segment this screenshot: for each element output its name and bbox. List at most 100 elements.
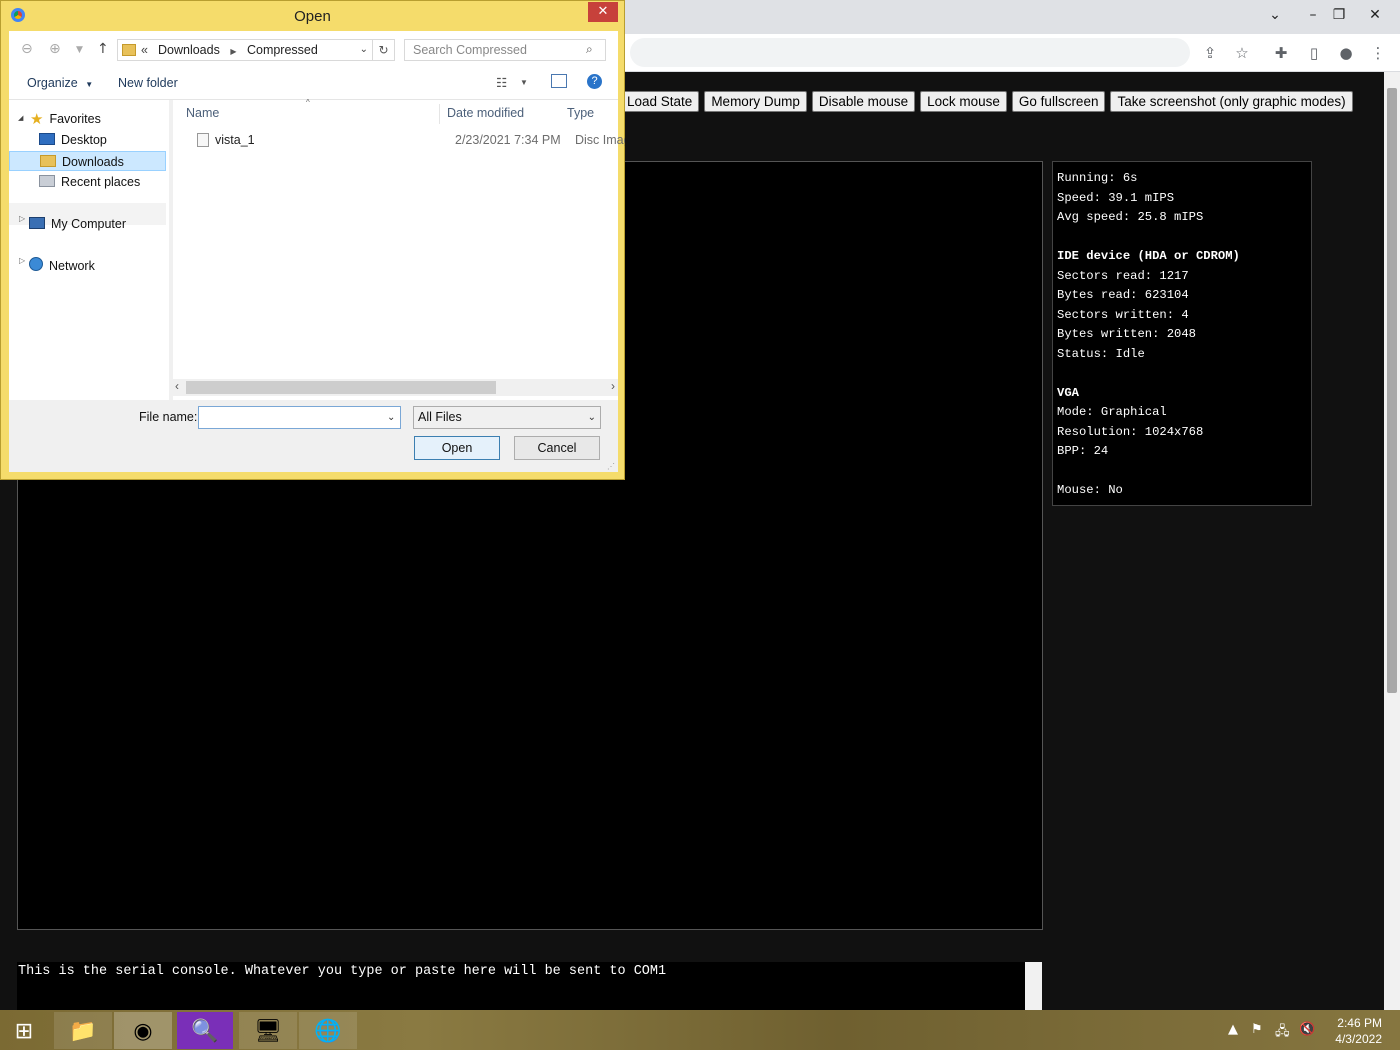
column-header-date[interactable]: Date modified (447, 106, 524, 120)
volume-muted-icon[interactable]: 🔇 (1299, 1022, 1315, 1037)
file-name: vista_1 (215, 133, 255, 147)
lock-mouse-button[interactable]: Lock mouse (920, 91, 1007, 112)
file-explorer-icon[interactable]: 📁 (54, 1012, 112, 1049)
stat-ide-heading: IDE device (HDA or CDROM) (1057, 249, 1240, 263)
up-folder-icon[interactable]: ↑ (97, 41, 109, 57)
breadcrumb-downloads[interactable]: Downloads (158, 43, 220, 57)
nav-item-recent-places[interactable]: Recent places (39, 172, 140, 192)
network-status-icon[interactable]: 🖧 (1275, 1022, 1290, 1044)
address-dropdown-icon[interactable]: ⌄ (360, 40, 368, 60)
page-scrollbar[interactable] (1384, 72, 1400, 1010)
nav-item-desktop[interactable]: Desktop (39, 130, 107, 150)
favorites-expand-icon[interactable]: ◢ (18, 114, 23, 122)
desktop-icon (39, 133, 55, 145)
chrome-icon[interactable]: ◉ (114, 1012, 172, 1049)
page-scrollbar-thumb[interactable] (1387, 88, 1397, 693)
open-button[interactable]: Open (414, 436, 500, 460)
back-icon[interactable]: ⊖ (21, 41, 33, 57)
network-app-icon[interactable]: 🌐 (299, 1012, 357, 1049)
resize-grip-icon[interactable]: ⋰ (607, 462, 615, 471)
column-header-type[interactable]: Type (567, 106, 594, 120)
organize-label: Organize (27, 76, 78, 90)
recent-locations-icon[interactable]: ▼ (76, 45, 83, 55)
computer-expand-icon[interactable]: ▷ (19, 214, 25, 223)
downloads-folder-icon (40, 155, 56, 167)
close-window-button[interactable]: ✕ (1352, 0, 1398, 30)
hscroll-thumb[interactable] (186, 381, 496, 394)
cancel-button[interactable]: Cancel (514, 436, 600, 460)
nav-item-my-computer[interactable]: My Computer (29, 214, 126, 234)
breadcrumb-compressed[interactable]: Compressed (247, 43, 318, 57)
organize-button[interactable]: Organize ▼ (27, 76, 93, 90)
start-button[interactable]: ⊞ (0, 1012, 48, 1049)
take-screenshot-button[interactable]: Take screenshot (only graphic modes) (1110, 91, 1353, 112)
change-view-icon[interactable]: ☷ (496, 75, 507, 90)
emulator-stats-panel: Running: 6s Speed: 39.1 mIPS Avg speed: … (1052, 161, 1312, 506)
file-type-select[interactable]: All Files ⌄ (413, 406, 601, 429)
remote-desktop-icon[interactable]: 🖥 (239, 1012, 297, 1049)
view-menu-icon[interactable]: ▼ (520, 78, 528, 87)
dialog-titlebar[interactable]: Open ✕ (1, 1, 624, 31)
omnibox[interactable] (630, 38, 1190, 67)
file-date: 2/23/2021 7:34 PM (455, 133, 561, 147)
network-icon (29, 257, 43, 271)
taskbar: ⊞ 📁 ◉ 🔍 🖥 🌐 ▲ ⚑ 🖧 🔇 2:46 PM 4/3/2022 (0, 1010, 1400, 1050)
tray-expand-icon[interactable]: ▲ (1228, 1022, 1238, 1037)
serial-scrollbar[interactable] (1025, 962, 1042, 1010)
file-name-input[interactable] (198, 406, 401, 429)
new-folder-button[interactable]: New folder (118, 76, 178, 90)
menu-icon[interactable]: ⋮ (1367, 42, 1389, 64)
address-bar[interactable]: « Downloads ▶ Compressed ⌄ (117, 39, 373, 61)
forward-icon[interactable]: ⊕ (49, 41, 61, 57)
stat-spacer (1057, 364, 1307, 384)
search-app-icon[interactable]: 🔍 (177, 1012, 233, 1049)
column-divider (439, 104, 440, 124)
disable-mouse-button[interactable]: Disable mouse (811, 91, 916, 112)
share-icon[interactable]: ⇪ (1199, 42, 1221, 64)
dialog-title: Open (294, 8, 331, 25)
folder-icon (122, 44, 136, 56)
extensions-icon[interactable]: ✚ (1270, 42, 1292, 64)
file-list: ^ Name Date modified Type vista_1 2/23/2… (173, 98, 625, 400)
stat-bytes-read: Bytes read: 623104 (1057, 288, 1189, 302)
stat-running: Running: 6s (1057, 171, 1138, 185)
load-state-button[interactable]: Load State (620, 91, 700, 112)
nav-item-network[interactable]: Network (29, 256, 95, 276)
search-icon: ⌕ (586, 42, 593, 56)
go-fullscreen-button[interactable]: Go fullscreen (1011, 91, 1106, 112)
file-type-dropdown-icon: ⌄ (587, 412, 596, 423)
stat-vga-heading: VGA (1057, 385, 1079, 400)
disc-image-file-icon (197, 133, 209, 147)
sort-indicator-icon: ^ (306, 98, 310, 107)
refresh-icon[interactable]: ↻ (373, 39, 395, 61)
open-file-dialog: Open ✕ ⊖ ⊕ ▼ ↑ « Downloads ▶ Compressed … (0, 0, 625, 480)
favorites-star-icon: ★ (30, 110, 44, 128)
scroll-left-icon[interactable]: ‹ (175, 379, 179, 393)
search-input[interactable]: Search Compressed (404, 39, 606, 61)
serial-console[interactable]: This is the serial console. Whatever you… (17, 962, 1025, 1010)
help-icon[interactable]: ? (587, 74, 602, 89)
profile-avatar-icon[interactable]: ● (1335, 42, 1357, 64)
nav-item-downloads[interactable]: Downloads (9, 151, 166, 171)
memory-dump-button[interactable]: Memory Dump (704, 91, 807, 112)
network-expand-icon[interactable]: ▷ (19, 256, 25, 265)
command-bar: Organize ▼ New folder ☷ ▼ ? (9, 68, 618, 100)
nav-computer-label: My Computer (51, 217, 127, 231)
bookmark-star-icon[interactable]: ☆ (1231, 42, 1253, 64)
file-name-dropdown-icon[interactable]: ⌄ (387, 412, 395, 423)
file-type: Disc Imag (575, 133, 625, 147)
address-row: ⊖ ⊕ ▼ ↑ « Downloads ▶ Compressed ⌄ ↻ Sea… (9, 31, 618, 68)
scroll-right-icon[interactable]: › (611, 379, 615, 393)
dialog-close-icon[interactable]: ✕ (588, 2, 618, 22)
file-list-hscrollbar[interactable]: ‹ › (173, 379, 618, 396)
stat-spacer (1057, 228, 1307, 248)
side-panel-icon[interactable]: ▯ (1303, 42, 1325, 64)
taskbar-clock[interactable]: 2:46 PM 4/3/2022 (1335, 1015, 1382, 1047)
overflow-crumbs-icon[interactable]: « (141, 40, 148, 60)
column-header-name[interactable]: Name (186, 106, 219, 120)
preview-pane-icon[interactable] (551, 74, 567, 88)
action-center-flag-icon[interactable]: ⚑ (1251, 1022, 1263, 1037)
stat-mouse: Mouse: No (1057, 483, 1123, 497)
file-row[interactable]: vista_1 2/23/2021 7:34 PM Disc Imag (187, 128, 625, 152)
nav-item-favorites[interactable]: ★ Favorites (30, 109, 101, 129)
